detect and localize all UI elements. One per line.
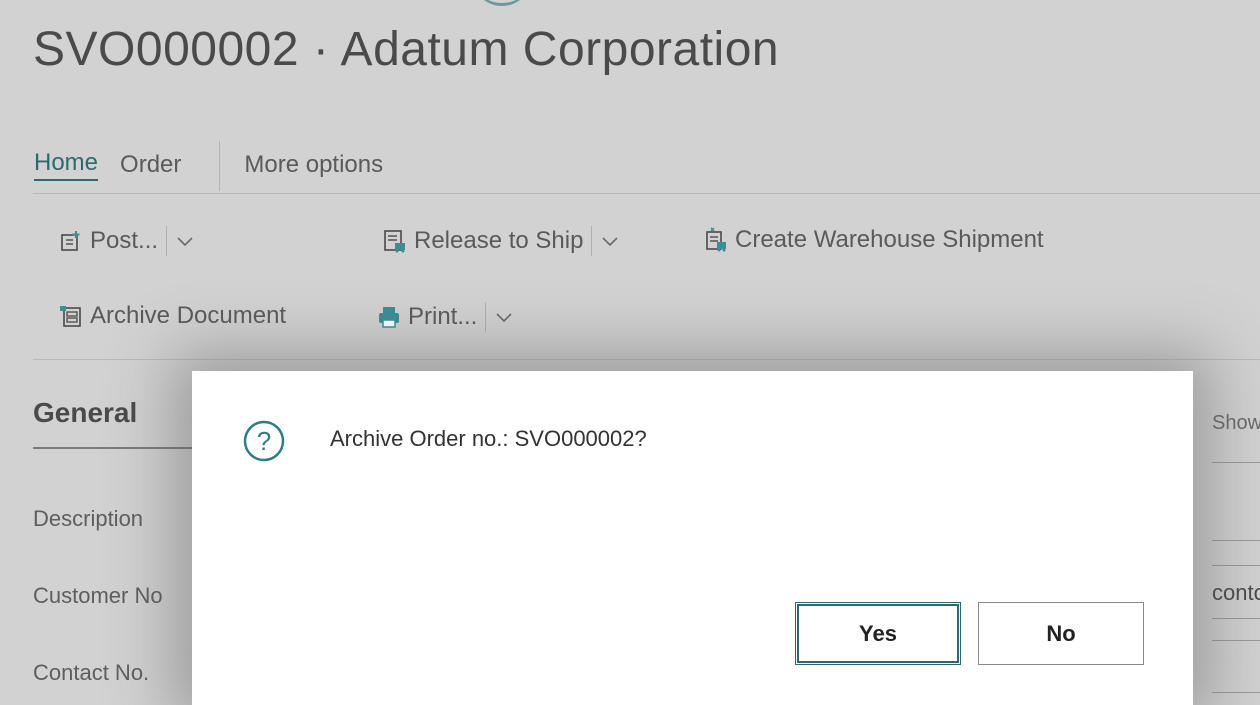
tab-order[interactable]: Order bbox=[120, 151, 181, 179]
post-action: Post... bbox=[58, 226, 195, 256]
chevron-down-icon[interactable] bbox=[175, 231, 195, 251]
tab-home[interactable]: Home bbox=[34, 149, 99, 181]
field-divider bbox=[1212, 618, 1260, 619]
create-warehouse-shipment-action: Create Warehouse Shipment bbox=[703, 226, 1044, 254]
field-label-description: Description bbox=[33, 506, 144, 531]
chevron-down-icon[interactable] bbox=[600, 231, 620, 251]
print-action: Print... bbox=[376, 302, 514, 332]
customer-value[interactable]: conto bbox=[1212, 580, 1260, 606]
print-button[interactable]: Print... bbox=[408, 303, 477, 331]
archive-icon[interactable] bbox=[58, 303, 84, 329]
tab-separator bbox=[219, 141, 221, 191]
print-icon[interactable] bbox=[376, 304, 402, 330]
archive-document-action: Archive Document bbox=[58, 302, 286, 330]
split-divider bbox=[591, 226, 593, 256]
tabs-divider bbox=[33, 193, 1260, 194]
section-underline bbox=[33, 447, 203, 449]
field-divider bbox=[1212, 565, 1260, 566]
show-more-link[interactable]: Show bbox=[1212, 412, 1260, 435]
split-divider bbox=[166, 226, 168, 256]
svg-text:?: ? bbox=[257, 426, 271, 456]
release-to-ship-icon[interactable] bbox=[382, 228, 408, 254]
release-to-ship-action: Release to Ship bbox=[382, 226, 620, 256]
field-divider bbox=[1212, 540, 1260, 541]
no-button[interactable]: No bbox=[978, 602, 1144, 665]
tab-more-options[interactable]: More options bbox=[244, 151, 383, 179]
field-label-contact-no: Contact No. bbox=[33, 660, 150, 685]
page-title: SVO000002 · Adatum Corporation bbox=[33, 23, 780, 76]
field-divider bbox=[1212, 692, 1260, 693]
post-button[interactable]: Post... bbox=[90, 227, 158, 255]
chevron-down-icon[interactable] bbox=[494, 307, 514, 327]
field-label-customer-no: Customer No bbox=[33, 583, 163, 608]
actions-divider bbox=[33, 359, 1260, 360]
yes-button[interactable]: Yes bbox=[795, 602, 961, 665]
warehouse-shipment-icon[interactable] bbox=[703, 227, 729, 253]
section-title-general: General bbox=[33, 397, 138, 428]
field-divider bbox=[1212, 640, 1260, 641]
create-warehouse-shipment-button[interactable]: Create Warehouse Shipment bbox=[735, 226, 1044, 254]
post-icon[interactable] bbox=[58, 228, 84, 254]
top-arc-decoration bbox=[472, 0, 532, 6]
split-divider bbox=[485, 302, 487, 332]
release-to-ship-button[interactable]: Release to Ship bbox=[414, 227, 583, 255]
field-divider bbox=[1212, 462, 1260, 463]
archive-document-button[interactable]: Archive Document bbox=[90, 302, 286, 330]
question-icon: ? bbox=[243, 420, 285, 462]
dialog-message: Archive Order no.: SVO000002? bbox=[330, 426, 647, 451]
confirm-dialog: ? Archive Order no.: SVO000002? Yes No bbox=[192, 371, 1193, 705]
action-tabs: Home Order More options bbox=[34, 140, 383, 191]
